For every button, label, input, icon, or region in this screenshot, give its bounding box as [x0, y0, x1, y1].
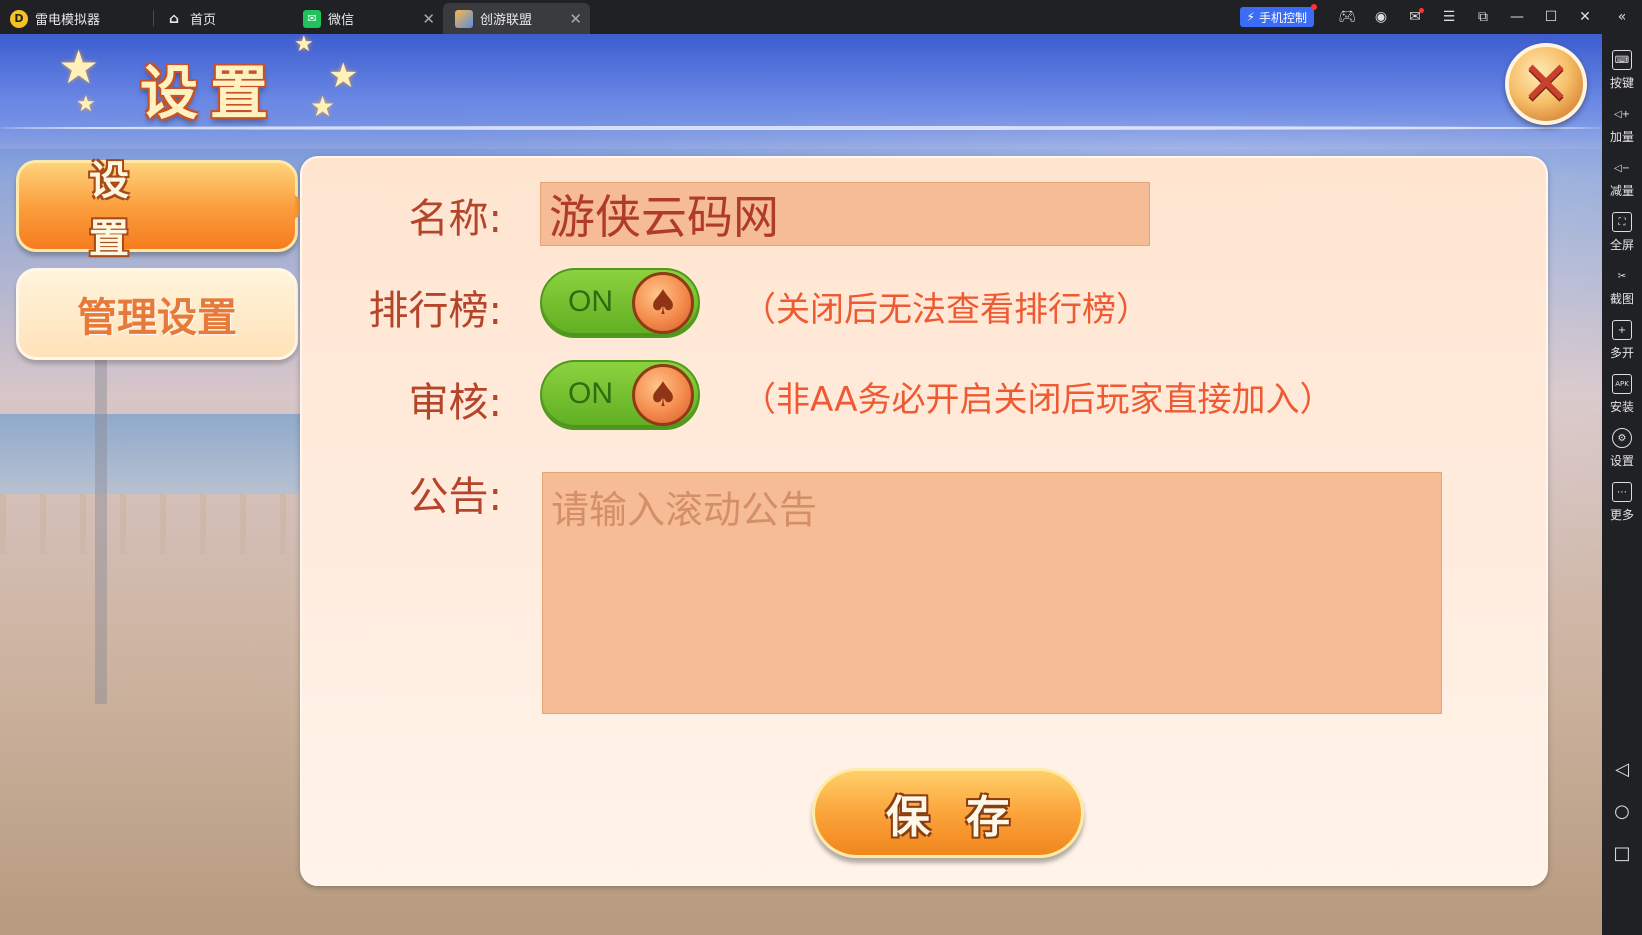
fullscreen-icon: ⛶: [1612, 212, 1632, 232]
ranking-note: （关闭后无法查看排行榜）: [742, 290, 1150, 330]
emulator-titlebar: D 雷电模拟器 ⌂ 首页 ✉ 微信 ✕ 创游联盟 ✕ ⚡ 手机控制 🎮︎ ◉ ✉…: [0, 0, 1642, 34]
ranking-toggle[interactable]: ON ♠: [540, 268, 700, 338]
emulator-sidebar: ⌨ 按键 ◁+ 加量 ◁− 减量 ⛶ 全屏 ✂ 截图 + 多开 APK 安装 ⚙…: [1602, 34, 1642, 935]
sidebar-item-keymap[interactable]: ⌨ 按键: [1602, 40, 1642, 92]
multi-instance-icon: +: [1612, 320, 1632, 340]
toggle-knob: ♠: [632, 364, 694, 426]
sidebar-item-label: 多开: [1609, 346, 1634, 360]
ldplayer-logo-icon: D: [10, 9, 28, 28]
mail-icon[interactable]: ✉: [1398, 0, 1432, 34]
sidebar-item-label: 全屏: [1609, 238, 1634, 252]
tab-label: 首页: [190, 13, 217, 28]
tab-home[interactable]: ⌂ 首页: [165, 3, 290, 34]
ranking-label: 排行榜:: [368, 288, 502, 334]
tab-divider: [153, 10, 154, 26]
tab-wechat[interactable]: ✉ 微信 ✕: [303, 3, 443, 34]
star-icon: ★: [76, 92, 96, 117]
close-tab-icon[interactable]: ✕: [569, 10, 582, 28]
notice-box: [542, 472, 1442, 714]
phone-control-label: 手机控制: [1258, 10, 1307, 25]
popout-icon[interactable]: ⧉: [1466, 0, 1500, 34]
review-toggle[interactable]: ON ♠: [540, 360, 700, 430]
toggle-knob: ♠: [632, 272, 694, 334]
screenshot-icon: ✂: [1617, 270, 1627, 282]
sidebar-item-label: 加量: [1609, 130, 1634, 144]
app-name: 雷电模拟器: [35, 13, 101, 28]
star-icon: ★: [58, 40, 100, 94]
titlebar-controls: ⚡ 手机控制 🎮︎ ◉ ✉ ☰ ⧉ — ☐ ✕ «: [1239, 0, 1642, 34]
close-icon[interactable]: ✕: [1568, 0, 1602, 34]
menu-icon[interactable]: ☰: [1432, 0, 1466, 34]
name-field[interactable]: 游侠云码网: [540, 182, 1150, 246]
spade-icon: ♠: [647, 283, 679, 323]
recent-apps-icon[interactable]: □: [1602, 838, 1642, 868]
save-button[interactable]: 保存: [812, 768, 1084, 858]
sidebar-item-more[interactable]: ⋯ 更多: [1602, 472, 1642, 524]
keyboard-icon: ⌨: [1612, 50, 1632, 70]
close-dialog-button[interactable]: ✕: [1505, 43, 1587, 125]
page-title: 设置: [140, 59, 281, 127]
phone-control-button[interactable]: ⚡ 手机控制: [1239, 4, 1317, 27]
volume-up-icon: ◁+: [1613, 108, 1631, 120]
game-app-icon: [455, 9, 473, 28]
sidebar-item-settings[interactable]: ⚙ 设置: [1602, 418, 1642, 470]
tab-label: 创游联盟: [480, 13, 533, 28]
tab-app-home[interactable]: D 雷电模拟器: [10, 3, 150, 34]
home-circle-icon[interactable]: ○: [1602, 796, 1642, 826]
tab-game[interactable]: 创游联盟 ✕: [443, 3, 590, 34]
sidebar-item-label: 截图: [1609, 292, 1634, 306]
close-tab-icon[interactable]: ✕: [422, 10, 435, 28]
sidebar-item-multi-instance[interactable]: + 多开: [1602, 310, 1642, 362]
minimize-icon[interactable]: —: [1500, 0, 1534, 34]
toggle-state: ON: [568, 377, 613, 410]
review-note: （非AA务必开启关闭后玩家直接加入）: [742, 380, 1334, 420]
background-fence: [0, 494, 320, 554]
notice-label: 公告:: [408, 474, 502, 520]
review-label: 审核:: [408, 380, 502, 426]
star-icon: ★: [310, 90, 336, 123]
collapse-sidebar-icon[interactable]: «: [1602, 0, 1642, 34]
apk-install-icon: APK: [1612, 374, 1632, 394]
notice-input[interactable]: [543, 473, 1441, 713]
notification-dot: [1419, 8, 1424, 13]
settings-icon: ⚙: [1612, 428, 1632, 448]
sidebar-item-volume-up[interactable]: ◁+ 加量: [1602, 94, 1642, 146]
sidebar-item-volume-down[interactable]: ◁− 减量: [1602, 148, 1642, 200]
sidebar-item-label: 按键: [1609, 76, 1634, 90]
name-label: 名称:: [408, 196, 502, 242]
sidebar-item-fullscreen[interactable]: ⛶ 全屏: [1602, 202, 1642, 254]
home-icon: ⌂: [168, 10, 180, 27]
notification-dot: [1311, 4, 1317, 10]
close-x-icon: ✕: [1520, 49, 1572, 119]
menu-settings-button[interactable]: 设置: [16, 158, 309, 262]
wechat-icon: ✉: [303, 9, 321, 28]
tab-label: 微信: [328, 13, 355, 28]
spade-icon: ♠: [647, 375, 679, 415]
sidebar-item-label: 减量: [1609, 184, 1634, 198]
back-icon[interactable]: ◁: [1602, 754, 1642, 784]
menu-manage-settings-button[interactable]: 管理设置: [16, 268, 298, 360]
title-banner: ★ ★ ★ ★ ★ 设置: [28, 34, 418, 148]
settings-panel: 名称: 游侠云码网 排行榜: ON ♠ （关闭后无法查看排行榜） 审核: ON …: [300, 156, 1548, 886]
volume-down-icon: ◁−: [1613, 162, 1631, 174]
star-icon: ★: [294, 34, 314, 57]
game-viewport: ★ ★ ★ ★ ★ 设置 ✕ 设置 管理设置 名称: 游侠云码网 排行榜: ON…: [0, 34, 1602, 935]
sidebar-item-install[interactable]: APK 安装: [1602, 364, 1642, 416]
lightning-icon: ⚡: [1246, 10, 1255, 24]
background-sea: [0, 414, 320, 494]
sidebar-item-label: 设置: [1609, 454, 1634, 468]
gamepad-icon[interactable]: 🎮︎: [1330, 0, 1364, 34]
sidebar-item-screenshot[interactable]: ✂ 截图: [1602, 256, 1642, 308]
sidebar-item-label: 更多: [1609, 508, 1634, 522]
maximize-icon[interactable]: ☐: [1534, 0, 1568, 34]
more-icon: ⋯: [1612, 482, 1632, 502]
account-icon[interactable]: ◉: [1364, 0, 1398, 34]
toggle-state: ON: [568, 285, 613, 318]
sidebar-item-label: 安装: [1609, 400, 1634, 414]
